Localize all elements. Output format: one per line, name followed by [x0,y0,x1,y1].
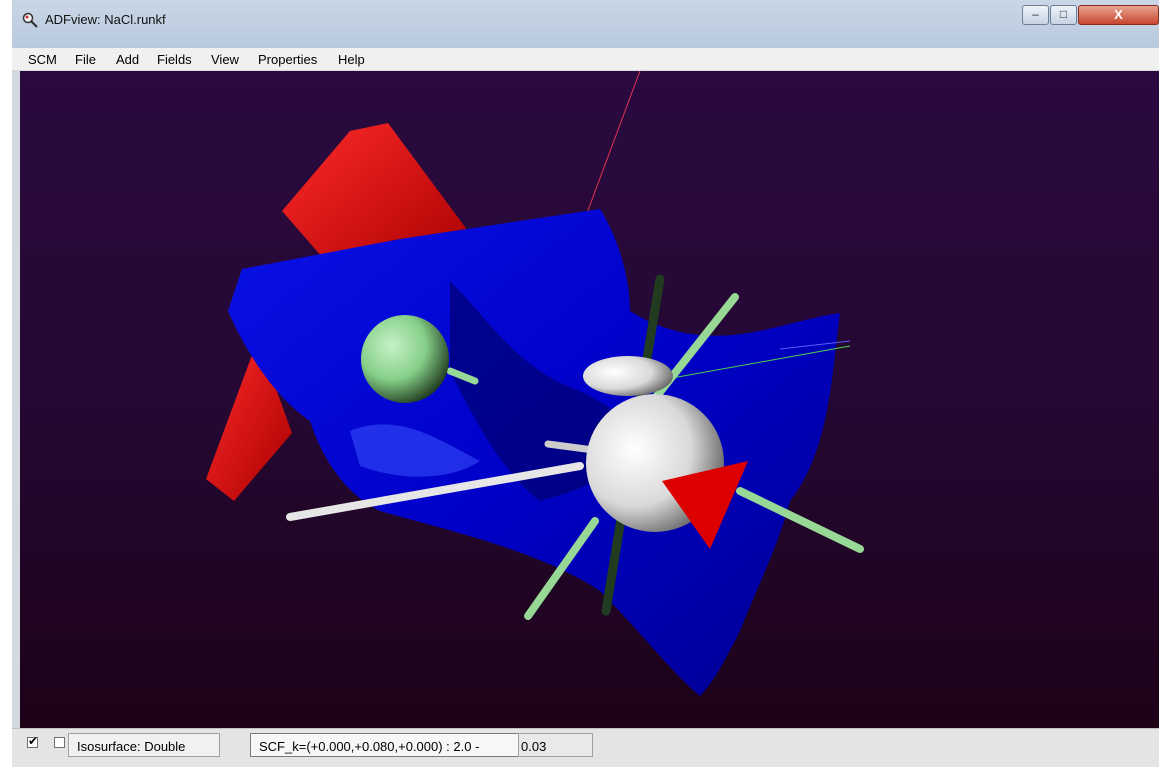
visible-checkbox[interactable]: ✔ [27,734,39,748]
menu-scm[interactable]: SCM [28,52,57,67]
menu-help[interactable]: Help [338,52,365,67]
close-button[interactable]: X [1078,5,1159,25]
sodium-atom-top[interactable] [583,356,673,396]
window-title: ADFview: NaCl.runkf [45,12,166,27]
secondary-checkbox[interactable] [54,737,65,748]
status-bar: ✔ Isosurface: Double SCF_k=(+0.000,+0.08… [12,728,1159,767]
menu-properties[interactable]: Properties [258,52,317,67]
3d-viewport[interactable] [20,71,1159,728]
menu-view[interactable]: View [211,52,239,67]
minimize-button[interactable]: – [1022,5,1049,25]
maximize-icon: □ [1059,7,1068,21]
iso-value-input[interactable]: 0.03 [518,733,593,757]
menu-bar: SCM File Add Fields View Properties Help [12,48,1159,70]
maximize-button[interactable]: □ [1050,5,1077,25]
minimize-icon: – [1032,7,1039,21]
menu-add[interactable]: Add [116,52,139,67]
check-icon: ✔ [28,734,39,748]
molecule-scene [206,71,864,696]
chlorine-atom[interactable] [361,315,449,403]
app-window: ADFview: NaCl.runkf – □ X SCM File Add F… [12,0,1159,767]
field-selector[interactable]: SCF_k=(+0.000,+0.080,+0.000) : 2.0 - [250,733,520,757]
isosurface-type-button[interactable]: Isosurface: Double [68,733,220,757]
menu-fields[interactable]: Fields [157,52,192,67]
close-icon: X [1114,7,1123,22]
magnifier-app-icon [22,12,38,28]
title-bar: ADFview: NaCl.runkf – □ X [12,0,1159,49]
menu-file[interactable]: File [75,52,96,67]
